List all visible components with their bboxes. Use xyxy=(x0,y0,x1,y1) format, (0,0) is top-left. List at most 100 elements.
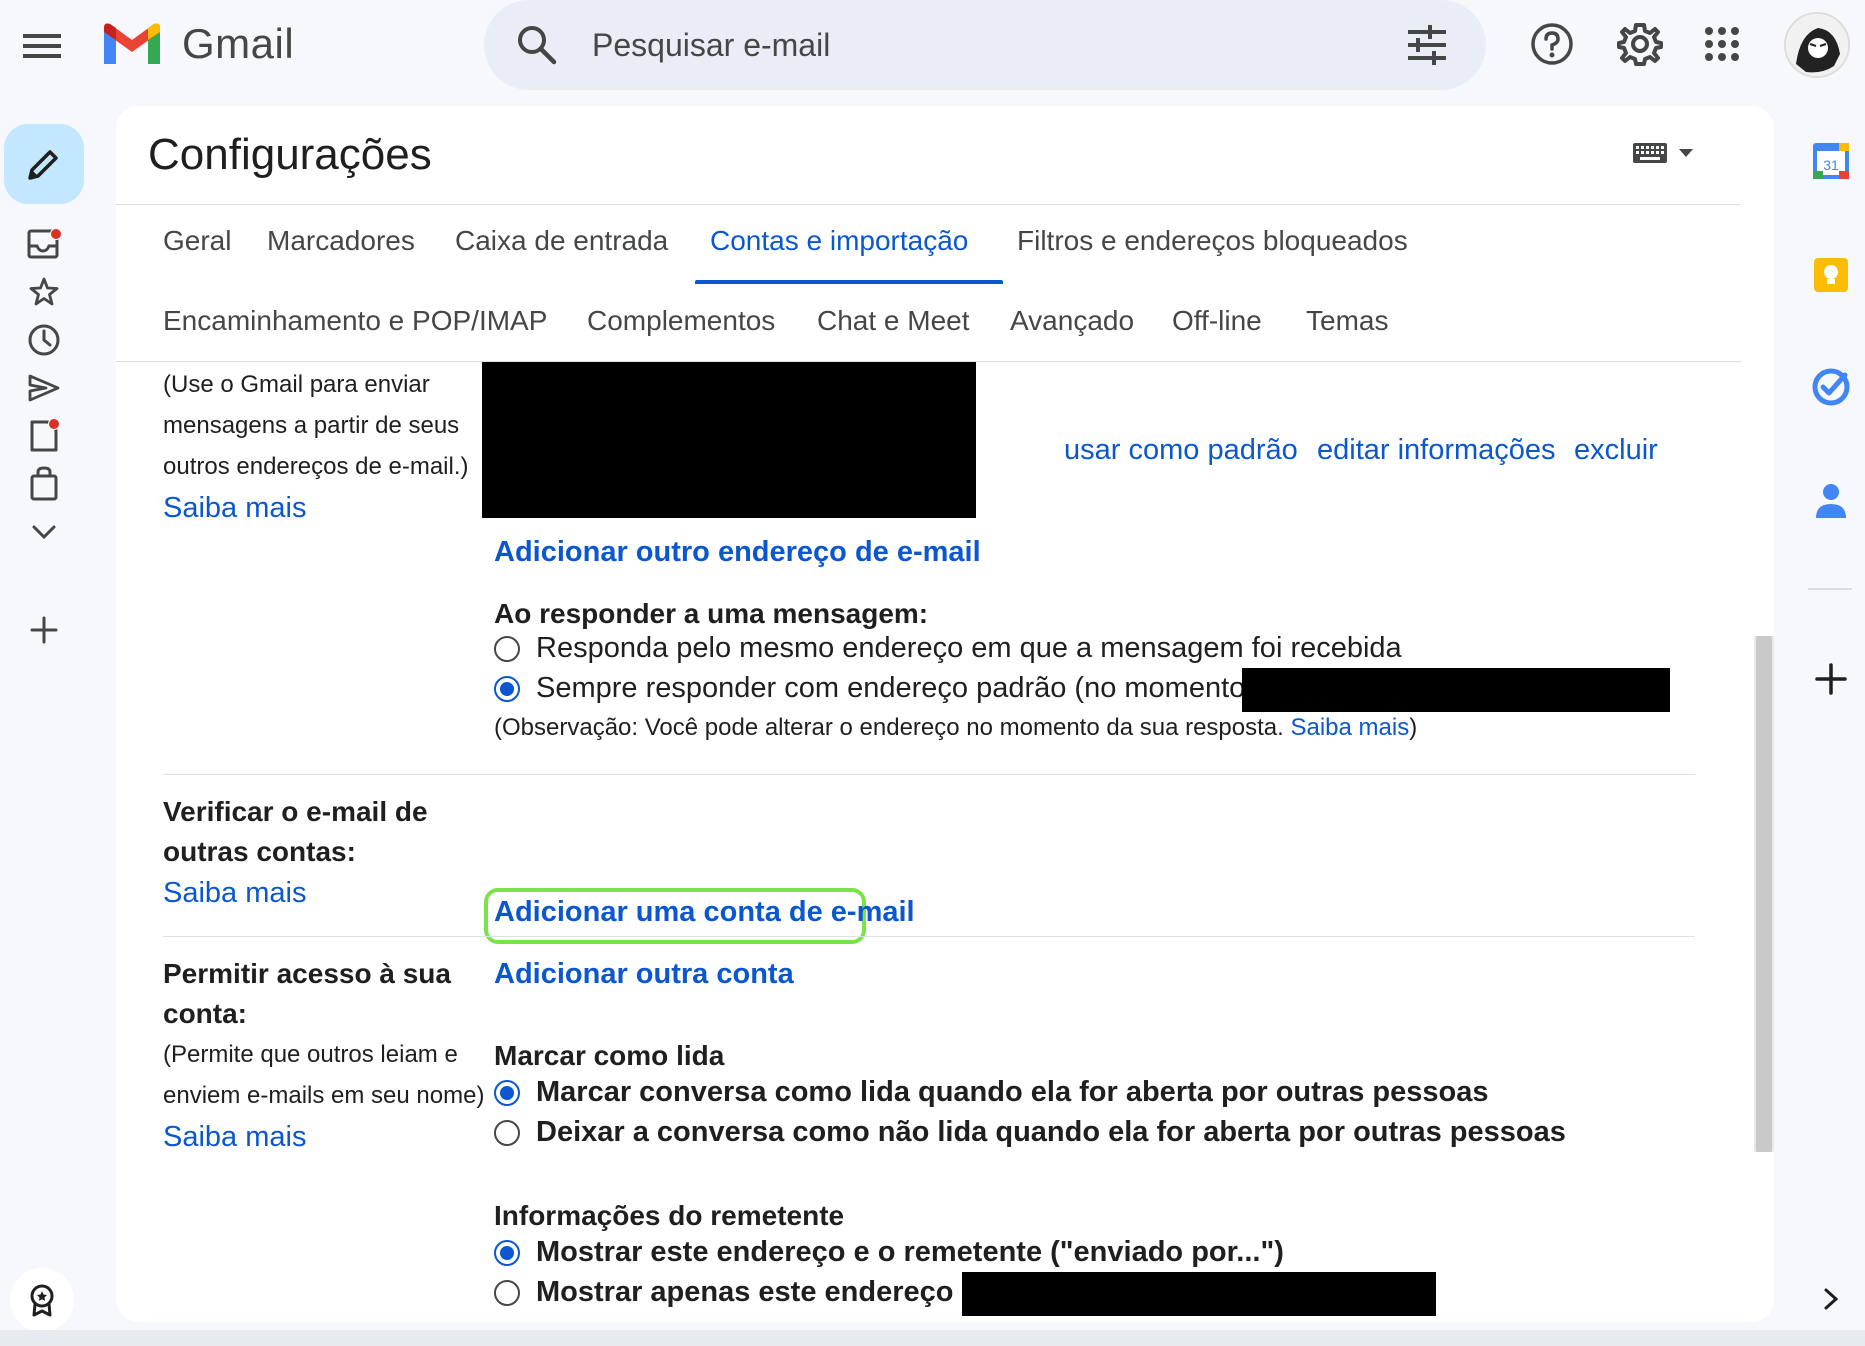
reply-heading: Ao responder a uma mensagem: xyxy=(494,598,929,629)
more-nav[interactable] xyxy=(22,510,66,554)
search-input[interactable] xyxy=(592,22,1292,68)
check-mail-label: Verificar o e-mail de outras contas: Sai… xyxy=(163,792,483,914)
help-icon xyxy=(1531,23,1573,65)
reply-default-address-option[interactable]: Sempre responder com endereço padrão (no… xyxy=(494,672,1245,705)
add-app-icon xyxy=(1815,663,1847,695)
settings-panel: Configurações Geral Marcadores Caixa de … xyxy=(116,106,1774,1322)
tasks-app-button[interactable] xyxy=(1808,364,1854,410)
settings-button[interactable] xyxy=(1614,18,1666,70)
settings-gear-icon xyxy=(1617,23,1663,66)
tab-contas-e-importacao[interactable]: Contas e importação xyxy=(710,225,968,257)
help-button[interactable] xyxy=(1526,18,1578,70)
hamburger-menu-icon xyxy=(23,34,61,58)
mark-read-heading: Marcar como lida xyxy=(494,1040,725,1071)
search-options-button[interactable] xyxy=(1404,22,1450,68)
search-icon[interactable] xyxy=(514,22,560,68)
clock-icon xyxy=(28,324,60,356)
send-icon xyxy=(28,374,60,402)
sender-info-heading: Informações do remetente xyxy=(494,1200,845,1231)
leave-unread-radio[interactable] xyxy=(494,1119,520,1146)
tab-off-line[interactable]: Off-line xyxy=(1172,305,1262,337)
starred-nav[interactable] xyxy=(22,270,66,314)
window-bottom-edge xyxy=(0,1330,1865,1346)
sent-nav[interactable] xyxy=(22,366,66,410)
tab-chat-e-meet[interactable]: Chat e Meet xyxy=(817,305,970,337)
add-another-account-link[interactable]: Adicionar outra conta xyxy=(494,958,794,991)
search-bar[interactable] xyxy=(484,0,1486,90)
expand-side-panel-button[interactable] xyxy=(1808,1276,1854,1322)
google-apps-button[interactable] xyxy=(1696,18,1748,70)
mark-read-option[interactable]: Marcar conversa como lida quando ela for… xyxy=(494,1076,1488,1109)
title-divider xyxy=(116,204,1740,205)
add-email-account-link[interactable]: Adicionar uma conta de e-mail xyxy=(494,896,915,929)
account-avatar[interactable] xyxy=(1784,12,1850,78)
tab-complementos[interactable]: Complementos xyxy=(587,305,775,337)
svg-text:31: 31 xyxy=(1823,157,1839,173)
get-addons-button[interactable] xyxy=(1808,656,1854,702)
scrollbar-thumb[interactable] xyxy=(1756,636,1772,1152)
use-as-default-link[interactable]: usar como padrão xyxy=(1064,434,1298,467)
drafts-badge xyxy=(48,418,60,430)
reply-note-learn-more-link[interactable]: Saiba mais xyxy=(1290,714,1409,741)
award-icon xyxy=(30,1284,54,1317)
contacts-app-button[interactable] xyxy=(1808,478,1854,524)
delete-link[interactable]: excluir xyxy=(1574,434,1658,467)
keyboard-icon xyxy=(1633,143,1667,163)
show-address-only-radio[interactable] xyxy=(494,1279,520,1306)
show-address-and-sender-option[interactable]: Mostrar este endereço e o remetente ("en… xyxy=(494,1236,1284,1269)
award-button[interactable] xyxy=(10,1268,74,1332)
keep-app-button[interactable] xyxy=(1808,252,1854,298)
inbox-nav[interactable] xyxy=(22,222,66,266)
chevron-down-icon xyxy=(32,525,56,540)
leave-unread-option[interactable]: Deixar a conversa como não lida quando e… xyxy=(494,1116,1566,1149)
side-panel-divider xyxy=(1808,588,1852,590)
contacts-icon xyxy=(1816,484,1846,518)
avatar-illustration xyxy=(1786,14,1848,76)
tab-encaminhamento[interactable]: Encaminhamento e POP/IMAP xyxy=(163,305,547,337)
redacted-address xyxy=(482,362,976,518)
input-tools-button[interactable] xyxy=(1632,142,1694,164)
send-as-description: (Use o Gmail para enviar mensagens a par… xyxy=(163,364,503,529)
compose-button[interactable] xyxy=(4,124,84,204)
drafts-nav[interactable] xyxy=(22,414,66,458)
tab-caixa-de-entrada[interactable]: Caixa de entrada xyxy=(455,225,668,257)
redacted-sender-address xyxy=(962,1272,1436,1316)
purchases-nav[interactable] xyxy=(22,462,66,506)
pencil-icon xyxy=(28,150,58,180)
grant-access-learn-more-link[interactable]: Saiba mais xyxy=(163,1116,503,1158)
tasks-icon xyxy=(1812,368,1850,406)
tab-geral[interactable]: Geral xyxy=(163,225,231,257)
active-tab-indicator xyxy=(695,280,1003,284)
tab-marcadores[interactable]: Marcadores xyxy=(267,225,415,257)
tab-temas[interactable]: Temas xyxy=(1306,305,1388,337)
main-menu-button[interactable] xyxy=(18,22,66,70)
chevron-right-icon xyxy=(1824,1288,1839,1310)
section-divider xyxy=(163,936,1695,937)
show-address-only-option[interactable]: Mostrar apenas este endereço ( xyxy=(494,1276,971,1309)
apps-grid-icon xyxy=(1705,27,1739,61)
tab-avancado[interactable]: Avançado xyxy=(1010,305,1134,337)
reply-same-address-option[interactable]: Responda pelo mesmo endereço em que a me… xyxy=(494,632,1402,665)
gmail-wordmark: Gmail xyxy=(182,20,295,67)
send-as-learn-more-link[interactable]: Saiba mais xyxy=(163,487,503,529)
create-label-button[interactable] xyxy=(22,608,66,652)
reply-default-address-radio[interactable] xyxy=(494,675,520,702)
keep-icon xyxy=(1814,258,1848,292)
check-mail-learn-more-link[interactable]: Saiba mais xyxy=(163,872,483,914)
grant-access-label: Permitir acesso à sua conta: (Permite qu… xyxy=(163,954,503,1158)
reply-note: (Observação: Você pode alterar o endereç… xyxy=(494,714,1418,741)
redacted-default-address xyxy=(1242,668,1670,712)
calendar-icon: 31 xyxy=(1813,143,1849,179)
gmail-logo[interactable]: Gmail xyxy=(100,18,294,70)
snoozed-nav[interactable] xyxy=(22,318,66,362)
tab-filtros[interactable]: Filtros e endereços bloqueados xyxy=(1017,225,1408,257)
show-address-and-sender-radio[interactable] xyxy=(494,1239,520,1266)
tune-icon xyxy=(1408,25,1446,65)
edit-info-link[interactable]: editar informações xyxy=(1317,434,1556,467)
caret-down-icon xyxy=(1679,149,1693,157)
section-divider xyxy=(163,774,1695,775)
mark-read-radio[interactable] xyxy=(494,1079,520,1106)
calendar-app-button[interactable]: 31 xyxy=(1808,138,1854,184)
add-another-address-link[interactable]: Adicionar outro endereço de e-mail xyxy=(494,536,981,569)
reply-same-address-radio[interactable] xyxy=(494,635,520,662)
